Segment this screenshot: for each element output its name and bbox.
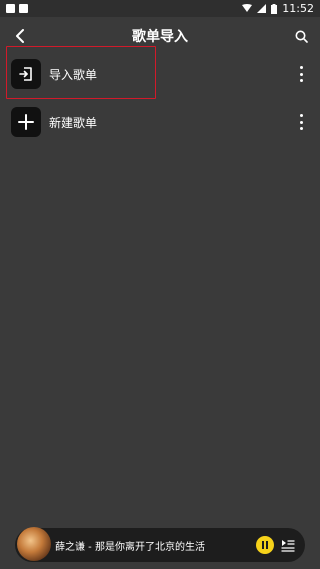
playlist-options: 导入歌单 新建歌单 bbox=[0, 50, 320, 146]
pause-button[interactable] bbox=[256, 536, 274, 554]
battery-icon bbox=[271, 3, 278, 14]
playlist-queue-icon[interactable] bbox=[281, 538, 295, 552]
mini-player[interactable]: 薛之谦 - 那是你离开了北京的生活 bbox=[15, 527, 305, 562]
import-icon bbox=[11, 59, 41, 89]
search-button[interactable] bbox=[291, 26, 311, 46]
page-title: 歌单导入 bbox=[132, 29, 188, 45]
import-playlist-label: 导入歌单 bbox=[49, 67, 98, 82]
more-options-icon[interactable] bbox=[298, 66, 304, 82]
notification-icon bbox=[19, 4, 28, 13]
system-icons: 11:52 bbox=[242, 2, 314, 15]
chevron-left-icon bbox=[16, 29, 24, 43]
search-icon bbox=[295, 30, 308, 43]
wifi-icon bbox=[242, 4, 253, 12]
now-playing-track: 薛之谦 - 那是你离开了北京的生活 bbox=[55, 542, 205, 553]
signal-icon bbox=[257, 4, 267, 13]
new-playlist-label: 新建歌单 bbox=[49, 115, 98, 130]
album-art[interactable] bbox=[17, 527, 51, 561]
import-playlist-item[interactable]: 导入歌单 bbox=[0, 50, 320, 98]
new-playlist-item[interactable]: 新建歌单 bbox=[0, 98, 320, 146]
plus-icon bbox=[11, 107, 41, 137]
pause-icon bbox=[262, 541, 264, 549]
notification-icons bbox=[6, 4, 28, 13]
more-options-icon[interactable] bbox=[298, 114, 304, 130]
back-button[interactable] bbox=[10, 26, 30, 46]
status-bar: 11:52 bbox=[0, 0, 320, 17]
clock: 11:52 bbox=[282, 2, 314, 15]
notification-icon bbox=[6, 4, 15, 13]
